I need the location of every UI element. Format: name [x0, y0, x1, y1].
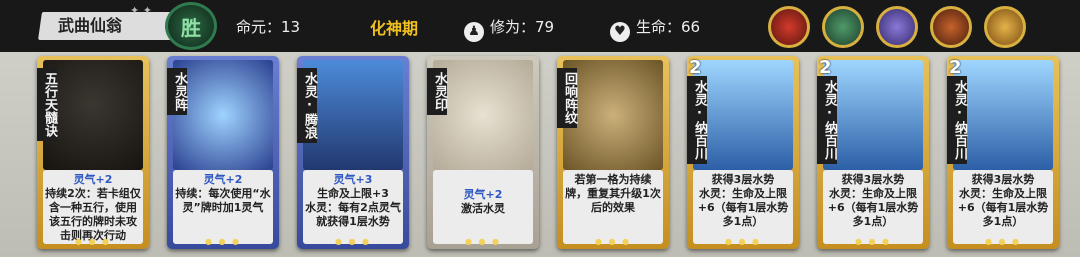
victory-label: 胜 — [181, 15, 201, 40]
card-2[interactable]: 水灵阵 灵气+2 持续：每次使用“水灵”牌时加1灵气 ● ● ● — [167, 56, 279, 249]
card-effect-line: 持续：每次使用“水灵”牌时加1灵气 — [175, 187, 271, 214]
card-effect-line: 灵气+2 — [463, 188, 503, 201]
card-art — [953, 60, 1053, 170]
card-5[interactable]: 回响阵纹 若第一格为持续牌，重复其升级1次后的效果 ● ● ● — [557, 56, 669, 249]
card-dots: ● ● ● — [984, 237, 1022, 246]
card-name: 水灵·纳百川 — [947, 76, 967, 164]
card-description: 灵气+2 激活水灵 — [433, 170, 533, 244]
card-name: 水灵阵 — [167, 68, 187, 115]
card-dots: ● ● ● — [204, 237, 242, 246]
card-4[interactable]: 水灵印 灵气+2 激活水灵 ● ● ● — [427, 56, 539, 249]
realm-label: 化神期 — [370, 19, 419, 38]
card-effect-line: 获得3层水势 — [841, 173, 905, 186]
card-3[interactable]: 水灵·腾浪 灵气+3 生命及上限+3 水灵：每有2点灵气就获得1层水势 ● ● … — [297, 56, 409, 249]
card-dots: ● ● ● — [334, 237, 372, 246]
cultivation-stat: ♟ 修为：79 — [464, 16, 554, 42]
card-effect-line: 水灵：生命及上限+6（每有1层水势多1点） — [697, 187, 789, 228]
card-effect-line: 获得3层水势 — [711, 173, 775, 186]
card-name: 回响阵纹 — [557, 68, 577, 128]
game-screen: 武曲仙翁 ✦ ✦ 胜 命元：13 化神期 ♟ 修为：79 ♥ 生命：66 五行天髓诀… — [0, 0, 1080, 257]
card-effect-line: 持续2次：若卡组仅含一种五行，使用该五行的牌时未攻击则再次行动 — [45, 187, 141, 242]
card-description: 获得3层水势 水灵：生命及上限+6（每有1层水势多1点） — [823, 170, 923, 244]
card-name: 水灵·腾浪 — [297, 68, 317, 143]
card-dots: ● ● ● — [74, 237, 112, 246]
card-art — [303, 60, 403, 170]
card-7[interactable]: 水灵·纳百川 2 获得3层水势 水灵：生命及上限+6（每有1层水势多1点） ● … — [817, 56, 929, 249]
card-art — [433, 60, 533, 170]
card-6[interactable]: 水灵·纳百川 2 获得3层水势 水灵：生命及上限+6（每有1层水势多1点） ● … — [687, 56, 799, 249]
card-dots: ● ● ● — [464, 237, 502, 246]
card-effect-line: 灵气+2 — [203, 173, 243, 186]
card-effect-line: 若第一格为持续牌，重复其升级1次后的效果 — [565, 173, 661, 214]
victory-badge: 胜 — [165, 2, 217, 50]
card-effect-line: 灵气+2 — [73, 173, 113, 186]
opponent-portrait-3[interactable] — [876, 6, 918, 48]
card-name: 水灵·纳百川 — [817, 76, 837, 164]
card-description: 获得3层水势 水灵：生命及上限+6（每有1层水势多1点） — [693, 170, 793, 244]
card-description: 灵气+2 持续2次：若卡组仅含一种五行，使用该五行的牌时未攻击则再次行动 — [43, 170, 143, 244]
card-art — [823, 60, 923, 170]
card-level: 2 — [949, 57, 962, 78]
card-art — [43, 60, 143, 170]
card-effect-line: 水灵：生命及上限+6（每有1层水势多1点） — [827, 187, 919, 228]
card-art — [173, 60, 273, 170]
hp-stat: ♥ 生命：66 — [610, 16, 700, 42]
card-art — [563, 60, 663, 170]
card-level: 2 — [689, 57, 702, 78]
card-effect-line: 激活水灵 — [461, 202, 505, 215]
card-1[interactable]: 五行天髓诀 灵气+2 持续2次：若卡组仅含一种五行，使用该五行的牌时未攻击则再次… — [37, 56, 149, 249]
card-dots: ● ● ● — [594, 237, 632, 246]
opponent-portrait-5[interactable] — [984, 6, 1026, 48]
card-description: 灵气+2 持续：每次使用“水灵”牌时加1灵气 — [173, 170, 273, 244]
card-name: 水灵印 — [427, 68, 447, 115]
card-name: 五行天髓诀 — [37, 68, 57, 141]
life-stat: 命元：13 — [236, 16, 300, 37]
card-8[interactable]: 水灵·纳百川 2 获得3层水势 水灵：生命及上限+6（每有1层水势多1点） ● … — [947, 56, 1059, 249]
card-description: 若第一格为持续牌，重复其升级1次后的效果 — [563, 170, 663, 244]
card-effect-line: 水灵：生命及上限+6（每有1层水势多1点） — [957, 187, 1049, 228]
card-art — [693, 60, 793, 170]
card-effect-line: 生命及上限+3 — [317, 187, 389, 200]
card-effect-line: 获得3层水势 — [971, 173, 1035, 186]
card-description: 灵气+3 生命及上限+3 水灵：每有2点灵气就获得1层水势 — [303, 170, 403, 244]
opponent-portrait-2[interactable] — [822, 6, 864, 48]
hp-value: 66 — [681, 18, 701, 36]
life-label: 命元： — [236, 18, 282, 36]
hp-label: 生命： — [636, 18, 682, 36]
life-value: 13 — [281, 18, 301, 36]
card-dots: ● ● ● — [854, 237, 892, 246]
card-name: 水灵·纳百川 — [687, 76, 707, 164]
opponent-portrait-1[interactable] — [768, 6, 810, 48]
card-effect-line: 水灵：每有2点灵气就获得1层水势 — [305, 201, 401, 228]
card-level: 2 — [819, 57, 832, 78]
meditation-icon: ♟ — [464, 22, 484, 42]
cultivation-label: 修为： — [490, 18, 536, 36]
opponent-portrait-4[interactable] — [930, 6, 972, 48]
card-effect-line: 灵气+3 — [333, 173, 373, 186]
card-dots: ● ● ● — [724, 237, 762, 246]
heart-icon: ♥ — [610, 22, 630, 42]
cultivation-value: 79 — [535, 18, 555, 36]
card-description: 获得3层水势 水灵：生命及上限+6（每有1层水势多1点） — [953, 170, 1053, 244]
bird-decoration-icon: ✦ ✦ — [130, 4, 152, 17]
